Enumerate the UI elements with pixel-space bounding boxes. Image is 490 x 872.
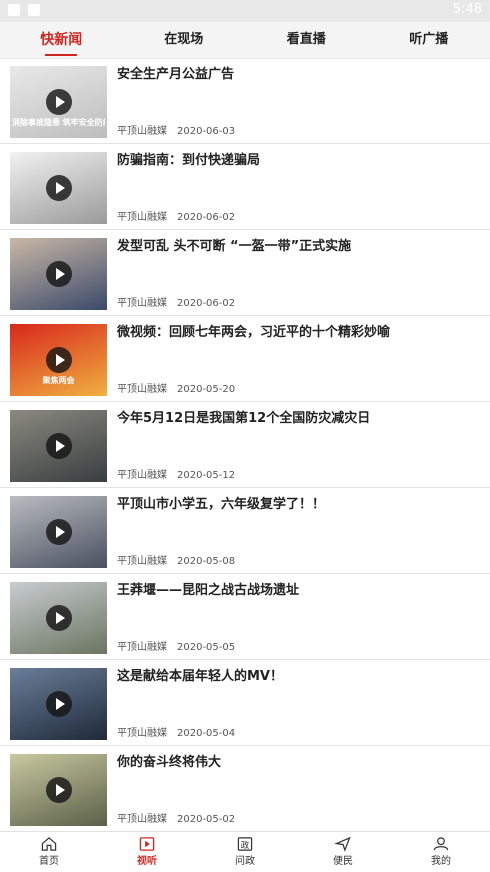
play-icon[interactable]: [45, 433, 72, 459]
nav-item-0[interactable]: 首页: [0, 832, 98, 872]
play-icon[interactable]: [45, 175, 72, 201]
nav-label: 首页: [39, 856, 59, 867]
item-meta: 平顶山融媒 2020-05-02: [117, 810, 235, 825]
list-item[interactable]: 你的奋斗终将伟大平顶山融媒 2020-05-02: [0, 746, 490, 832]
nav-label: 我的: [431, 856, 451, 867]
list-item[interactable]: 王莽堰——昆阳之战古战场遗址平顶山融媒 2020-05-05: [0, 574, 490, 660]
item-date: 2020-05-08: [177, 556, 236, 567]
item-source: 平顶山融媒: [117, 556, 167, 567]
item-meta: 平顶山融媒 2020-05-20: [117, 380, 235, 395]
user-icon: [433, 837, 449, 851]
tab-1[interactable]: 在现场: [123, 22, 246, 58]
item-date: 2020-06-03: [177, 126, 236, 137]
bottom-nav: 首页 视听政问政 便民 我的: [0, 831, 490, 872]
nav-label: 便民: [333, 856, 353, 867]
video-thumbnail[interactable]: [10, 496, 107, 568]
list-item[interactable]: 发型可乱 头不可断 “一盔一带”正式实施平顶山融媒 2020-06-02: [0, 230, 490, 316]
video-thumbnail[interactable]: 消除事故隐患 筑牢安全防线: [10, 66, 107, 138]
item-source: 平顶山融媒: [117, 298, 167, 309]
video-thumbnail[interactable]: 聚焦两会: [10, 324, 107, 396]
tab-2[interactable]: 看直播: [245, 22, 368, 58]
video-icon: [139, 837, 155, 851]
item-date: 2020-05-02: [177, 814, 236, 825]
item-meta: 平顶山融媒 2020-05-12: [117, 466, 235, 481]
politics-icon: 政: [237, 837, 253, 851]
nav-label: 视听: [137, 856, 157, 867]
item-title: 今年5月12日是我国第12个全国防灾减灾日: [117, 411, 371, 426]
news-list[interactable]: 消除事故隐患 筑牢安全防线 安全生产月公益广告平顶山融媒 2020-06-03 防骗指…: [0, 58, 490, 832]
nav-item-1[interactable]: 视听: [98, 832, 196, 872]
item-title: 微视频：回顾七年两会，习近平的十个精彩妙喻: [117, 325, 391, 340]
item-source: 平顶山融媒: [117, 814, 167, 825]
item-title: 防骗指南：到付快递骗局: [117, 153, 261, 168]
nav-item-3[interactable]: 便民: [294, 832, 392, 872]
item-meta: 平顶山融媒 2020-05-05: [117, 638, 235, 653]
tab-3[interactable]: 听广播: [368, 22, 490, 58]
list-item[interactable]: 今年5月12日是我国第12个全国防灾减灾日平顶山融媒 2020-05-12: [0, 402, 490, 488]
play-icon[interactable]: [45, 777, 72, 803]
home-icon: [41, 837, 57, 851]
play-icon[interactable]: [45, 261, 72, 287]
list-item[interactable]: 聚焦两会 微视频：回顾七年两会，习近平的十个精彩妙喻平顶山融媒 2020-05-20: [0, 316, 490, 402]
item-title: 安全生产月公益广告: [117, 67, 235, 82]
item-title: 王莽堰——昆阳之战古战场遗址: [117, 583, 300, 598]
notification-icon: [8, 4, 20, 16]
nav-item-2[interactable]: 政问政: [196, 832, 294, 872]
list-item[interactable]: 消除事故隐患 筑牢安全防线 安全生产月公益广告平顶山融媒 2020-06-03: [0, 58, 490, 144]
nav-label: 问政: [235, 856, 255, 867]
video-thumbnail[interactable]: [10, 238, 107, 310]
play-icon[interactable]: [45, 605, 72, 631]
item-meta: 平顶山融媒 2020-06-02: [117, 208, 235, 223]
item-source: 平顶山融媒: [117, 126, 167, 137]
item-source: 平顶山融媒: [117, 212, 167, 223]
item-meta: 平顶山融媒 2020-06-02: [117, 294, 235, 309]
item-source: 平顶山融媒: [117, 642, 167, 653]
play-icon[interactable]: [45, 519, 72, 545]
item-date: 2020-05-04: [177, 728, 236, 739]
play-icon[interactable]: [45, 89, 72, 115]
tab-0[interactable]: 快新闻: [0, 22, 123, 58]
item-meta: 平顶山融媒 2020-06-03: [117, 122, 235, 137]
item-date: 2020-05-12: [177, 470, 236, 481]
item-source: 平顶山融媒: [117, 470, 167, 481]
send-icon: [334, 836, 351, 852]
video-thumbnail[interactable]: [10, 668, 107, 740]
item-date: 2020-06-02: [177, 298, 236, 309]
video-thumbnail[interactable]: [10, 582, 107, 654]
list-item[interactable]: 防骗指南：到付快递骗局平顶山融媒 2020-06-02: [0, 144, 490, 230]
item-title: 这是献给本届年轻人的MV！: [117, 669, 283, 684]
thumbnail-caption: 消除事故隐患 筑牢安全防线: [12, 118, 105, 127]
item-title: 你的奋斗终将伟大: [117, 755, 222, 770]
item-title: 平顶山市小学五，六年级复学了！！: [117, 497, 326, 512]
item-date: 2020-05-20: [177, 384, 236, 395]
video-thumbnail[interactable]: [10, 410, 107, 482]
list-item[interactable]: 平顶山市小学五，六年级复学了！！ 平顶山融媒 2020-05-08: [0, 488, 490, 574]
item-meta: 平顶山融媒 2020-05-08: [117, 552, 235, 567]
status-bar: 5:48: [0, 0, 490, 22]
video-thumbnail[interactable]: [10, 754, 107, 826]
status-time: 5:48: [452, 2, 482, 17]
thumbnail-caption: 聚焦两会: [42, 376, 75, 385]
notification-icon: [28, 4, 40, 16]
play-icon[interactable]: [45, 347, 72, 373]
item-date: 2020-05-05: [177, 642, 236, 653]
svg-text:政: 政: [241, 840, 250, 850]
play-icon[interactable]: [45, 691, 72, 717]
item-title: 发型可乱 头不可断 “一盔一带”正式实施: [117, 239, 352, 254]
item-source: 平顶山融媒: [117, 384, 167, 395]
video-thumbnail[interactable]: [10, 152, 107, 224]
nav-item-4[interactable]: 我的: [392, 832, 490, 872]
list-item[interactable]: 这是献给本届年轻人的MV！ 平顶山融媒 2020-05-04: [0, 660, 490, 746]
tab-bar: 快新闻 在现场 看直播 听广播: [0, 22, 490, 59]
item-source: 平顶山融媒: [117, 728, 167, 739]
item-date: 2020-06-02: [177, 212, 236, 223]
item-meta: 平顶山融媒 2020-05-04: [117, 724, 235, 739]
